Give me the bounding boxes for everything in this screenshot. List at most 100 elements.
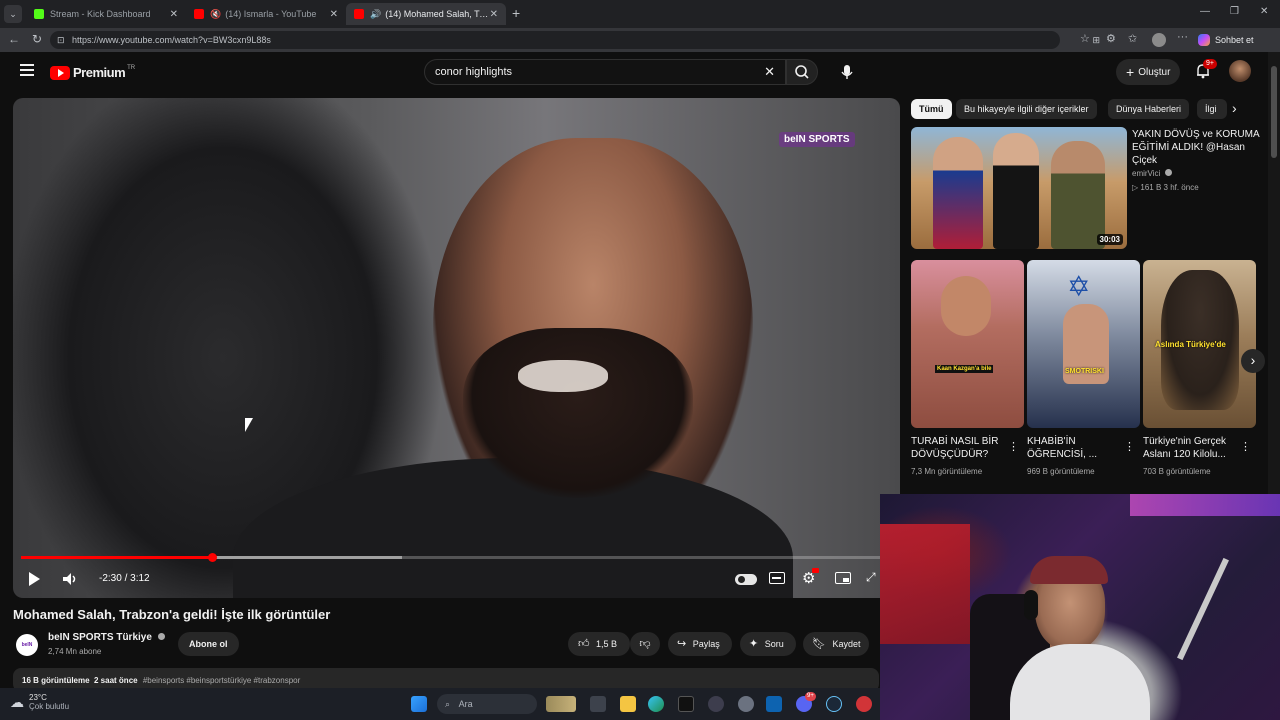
widgets-icon[interactable] [546,696,576,712]
video-frame-beard [463,328,693,498]
short-thumbnail-2[interactable]: ✡ SMOTRISKI [1027,260,1140,428]
address-bar[interactable]: ⊡ https://www.youtube.com/watch?v=BW3cxn… [50,31,1100,49]
close-icon[interactable]: ✕ [330,9,338,20]
miniplayer-button[interactable] [835,572,851,584]
chip-world-news[interactable]: Dünya Haberleri [1108,99,1190,119]
save-label: Kaydet [832,639,861,649]
video-duration: 30:03 [1096,234,1123,245]
windows-start-icon[interactable] [411,696,427,712]
microphone-icon [841,65,853,79]
chip-related-story[interactable]: Bu hikayeyle ilgili diğer içerikler [956,99,1097,119]
edge-browser-icon[interactable] [648,696,664,712]
task-view-icon[interactable] [590,696,606,712]
menu-icon[interactable] [20,64,34,76]
hd-badge-icon [812,568,819,573]
autoplay-toggle[interactable] [735,574,757,585]
copilot-button[interactable]: Sohbet et [1198,32,1254,48]
app-icon[interactable] [856,696,872,712]
short-menu-icon[interactable]: ⋮ [1008,440,1019,453]
volume-button[interactable] [61,570,79,588]
short-thumbnail-1[interactable]: Kaan Kazgan'a bile [911,260,1024,428]
back-icon[interactable]: ← [8,32,20,46]
favorites-bar-icon[interactable]: ✩ [1128,32,1137,45]
maximize-button[interactable]: ❐ [1230,6,1239,17]
chips-next-icon[interactable]: › [1232,100,1237,116]
close-icon[interactable]: ✕ [170,9,178,20]
description-hashtags[interactable]: #beinsports #beinsportstürkiye #trabzons… [143,676,300,685]
channel-avatar[interactable]: beIN [16,634,38,656]
minimize-button[interactable]: — [1200,6,1210,17]
cloud-icon: ☁ [10,693,24,710]
settings-button[interactable]: ⚙ [802,568,819,587]
close-window-button[interactable]: ✕ [1260,6,1268,17]
short-menu-icon[interactable]: ⋮ [1124,440,1135,453]
short-menu-icon[interactable]: ⋮ [1240,440,1251,453]
shorts-next-button[interactable]: › [1241,349,1265,373]
description-meta: 16 B görüntüleme 2 saat önce [22,676,138,685]
progress-scrubber[interactable] [207,553,217,562]
short-title-3[interactable]: Türkiye'nin Gerçek Aslanı 120 Kilolu... [1143,435,1243,461]
dislike-button[interactable]: 👎︎ [630,632,660,656]
ask-button[interactable]: ✦ Soru [740,632,796,656]
close-icon[interactable]: ✕ [490,9,498,20]
site-info-icon[interactable]: ⊡ [57,31,65,49]
tab-kick-dashboard[interactable]: Stream - Kick Dashboard ✕ [26,3,186,25]
weather-desc: Çok bulutlu [29,702,70,711]
chip-interest[interactable]: İlgi [1197,99,1227,119]
fullscreen-button[interactable]: ⤢ [866,570,876,585]
vscode-icon[interactable] [766,696,782,712]
steam-icon[interactable] [826,696,842,712]
more-menu-icon[interactable]: ··· [1177,31,1188,43]
tab-list-button[interactable]: ⌄ [4,5,22,23]
weather-widget[interactable]: ☁ 23°C Çok bulutlu [10,693,69,711]
read-aloud-icon[interactable]: ⊞ [1092,31,1100,49]
settings-app-icon[interactable] [738,696,754,712]
new-tab-button[interactable]: + [512,5,520,21]
short-title-2[interactable]: KHABİB'İN ÖĞRENCİSİ, ... [1027,435,1127,461]
recommended-channel[interactable]: emirVici [1132,169,1172,178]
tab-youtube-salah[interactable]: 🔊 (14) Mohamed Salah, Trabzon ✕ [346,3,506,25]
browser-toolbar: ← ↻ ⊡ https://www.youtube.com/watch?v=BW… [0,28,1280,52]
chip-all[interactable]: Tümü [911,99,952,119]
favorite-icon[interactable]: ☆ [1080,32,1090,45]
short-thumbnail-3[interactable]: Aslında Türkiye'de [1143,260,1256,428]
create-button[interactable]: + Oluştur [1116,59,1181,85]
profile-avatar[interactable] [1152,33,1166,47]
progress-bar[interactable] [21,553,887,562]
description-box[interactable]: 16 B görüntüleme 2 saat önce #beinsports… [13,668,879,688]
short-title-1[interactable]: TURABİ NASIL BİR DÖVÜŞÇÜDÜR? [911,435,1011,461]
webcam-neon-light [1130,494,1280,516]
tab-youtube-ismarla[interactable]: 🔇 (14) Ismarla - YouTube ✕ [186,3,346,25]
scrollbar-thumb[interactable] [1271,66,1277,158]
account-avatar[interactable] [1229,60,1251,82]
share-icon: ↪ [677,638,687,650]
subtitles-button[interactable] [769,572,785,584]
file-explorer-icon[interactable] [620,696,636,712]
webcam-headphones [1024,590,1038,620]
terminal-icon[interactable] [678,696,694,712]
extensions-icon[interactable]: ⚙ [1106,32,1116,45]
reload-icon[interactable]: ↻ [32,32,42,46]
search-input[interactable]: conor highlights ✕ [424,59,786,85]
notifications-button[interactable]: 9+ [1194,59,1217,82]
kick-icon [34,9,44,19]
youtube-logo[interactable]: Premium TR [50,65,135,80]
play-button[interactable] [29,572,40,586]
video-player[interactable]: beIN SPORTS -2:30 / 3:12 ⚙ ⤢ [13,98,900,598]
taskbar-search[interactable]: ⌕ Ara [437,694,537,714]
channel-name[interactable]: beIN SPORTS Türkiye [48,632,165,643]
subscribe-button[interactable]: Abone ol [178,632,239,656]
voice-search-button[interactable] [834,60,860,84]
save-button[interactable]: 🔖︎ Kaydet [803,632,869,656]
like-button[interactable]: 👍︎ 1,5 B [568,632,630,656]
muted-icon[interactable]: 🔇 [210,9,221,20]
obs-icon[interactable] [708,696,724,712]
speaker-icon[interactable]: 🔊 [370,9,381,20]
search-button[interactable] [786,59,818,85]
recommended-video-thumbnail[interactable]: 30:03 [911,127,1127,249]
discord-icon[interactable]: 9+ [796,692,816,712]
recommended-video-title[interactable]: YAKIN DÖVÜŞ ve KORUMA EĞİTİMİ ALDIK! @Ha… [1132,128,1262,167]
short-views-2: 969 B görüntüleme [1027,467,1095,476]
share-button[interactable]: ↪ Paylaş [668,632,732,656]
clear-search-icon[interactable]: ✕ [764,60,775,84]
